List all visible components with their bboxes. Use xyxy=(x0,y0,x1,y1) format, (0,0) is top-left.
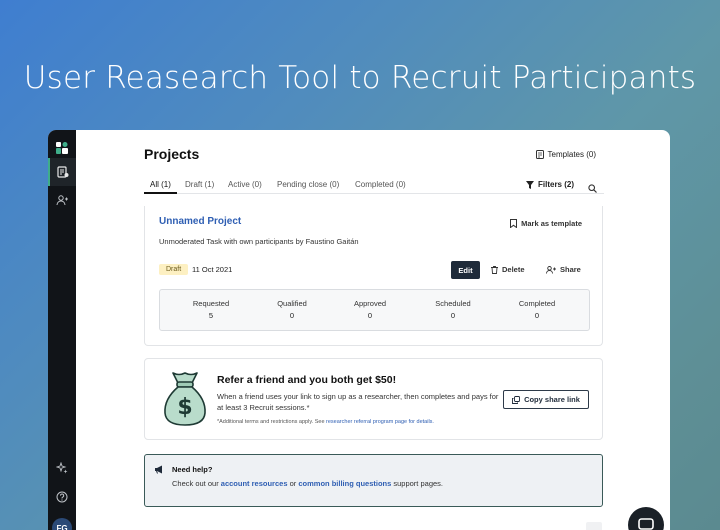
stat-qualified: Qualified 0 xyxy=(252,299,332,320)
stat-value: 0 xyxy=(367,311,373,320)
filters-button[interactable]: Filters (2) xyxy=(526,180,574,189)
page-title: Projects xyxy=(144,146,200,162)
main-content: Projects Templates (0) All (1) Draft (1)… xyxy=(76,130,670,530)
share-button[interactable]: Share xyxy=(546,265,581,274)
fine-print-text: *Additional terms and restrictions apply… xyxy=(217,419,325,425)
help-suffix: support pages. xyxy=(393,479,443,488)
sparkle-icon[interactable] xyxy=(48,454,76,482)
help-title: Need help? xyxy=(172,465,213,474)
tab-draft[interactable]: Draft (1) xyxy=(185,180,214,189)
templates-button[interactable]: Templates (0) xyxy=(535,150,596,159)
referral-program-link[interactable]: researcher referral program page for det… xyxy=(326,419,434,425)
referral-fine-print: *Additional terms and restrictions apply… xyxy=(217,419,434,425)
search-icon[interactable] xyxy=(588,180,597,198)
help-body: Check out our account resources or commo… xyxy=(172,479,443,488)
tab-completed[interactable]: Completed (0) xyxy=(355,180,406,189)
referral-body: When a friend uses your link to sign up … xyxy=(217,392,499,412)
project-date: 11 Oct 2021 xyxy=(192,265,233,274)
share-label: Share xyxy=(560,265,581,274)
help-banner: Need help? Check out our account resourc… xyxy=(144,454,603,507)
megaphone-icon xyxy=(155,465,162,474)
bag-dollar-sign: $ xyxy=(177,395,192,420)
money-bag-icon: $ xyxy=(164,372,206,426)
document-icon xyxy=(535,150,544,159)
stat-value: 0 xyxy=(534,311,540,320)
mark-as-template-label: Mark as template xyxy=(521,219,582,228)
app-window: FG Projects Templates (0) All (1) Draft … xyxy=(48,130,670,530)
tab-pending-close[interactable]: Pending close (0) xyxy=(277,180,339,189)
stat-value: 0 xyxy=(289,311,295,320)
chat-icon xyxy=(638,518,654,530)
copy-share-link-button[interactable]: Copy share link xyxy=(503,390,589,409)
referral-title: Refer a friend and you both get $50! xyxy=(217,374,397,386)
stat-label: Scheduled xyxy=(435,299,471,308)
stat-label: Qualified xyxy=(277,299,307,308)
mark-as-template-button[interactable]: Mark as template xyxy=(510,219,582,228)
participants-nav-icon[interactable] xyxy=(48,186,76,214)
hero-title: User Reasearch Tool to Recruit Participa… xyxy=(23,60,697,96)
stat-label: Approved xyxy=(353,299,387,308)
status-badge: Draft xyxy=(159,264,189,275)
tab-active-underline xyxy=(144,192,177,194)
stat-scheduled: Scheduled 0 xyxy=(413,299,493,320)
help-icon[interactable] xyxy=(48,483,76,511)
templates-label: Templates (0) xyxy=(547,150,596,159)
project-card: Unnamed Project Unmoderated Task with ow… xyxy=(144,206,603,346)
projects-nav-icon[interactable] xyxy=(48,158,76,186)
tab-active[interactable]: Active (0) xyxy=(228,180,262,189)
filter-icon xyxy=(526,180,534,189)
filters-label: Filters (2) xyxy=(538,180,575,189)
project-stats: Requested 5 Qualified 0 Approved 0 Schedule… xyxy=(159,289,590,331)
stat-approved: Approved 0 xyxy=(330,299,410,320)
stat-completed: Completed 0 xyxy=(497,299,577,320)
billing-questions-link[interactable]: common billing questions xyxy=(298,479,391,488)
bookmark-icon xyxy=(510,219,518,228)
copy-share-link-label: Copy share link xyxy=(524,395,580,404)
add-user-icon xyxy=(546,265,556,274)
stat-label: Requested xyxy=(192,299,230,308)
help-prefix: Check out our xyxy=(172,479,219,488)
tab-all[interactable]: All (1) xyxy=(150,180,171,189)
scroll-stub xyxy=(586,522,602,530)
copy-icon xyxy=(512,395,521,404)
project-subtitle: Unmoderated Task with own participants b… xyxy=(159,237,359,246)
referral-card: $ Refer a friend and you both get $50! W… xyxy=(144,358,603,440)
stat-requested: Requested 5 xyxy=(171,299,251,320)
avatar[interactable]: FG xyxy=(52,518,72,530)
edit-button[interactable]: Edit xyxy=(451,261,480,279)
sidebar: FG xyxy=(48,130,76,530)
project-title-link[interactable]: Unnamed Project xyxy=(159,216,241,227)
stat-value: 0 xyxy=(450,311,456,320)
delete-label: Delete xyxy=(502,265,525,274)
delete-button[interactable]: Delete xyxy=(491,265,525,274)
account-resources-link[interactable]: account resources xyxy=(221,479,288,488)
trash-icon xyxy=(491,265,498,274)
help-middle: or xyxy=(289,479,297,488)
stat-value: 5 xyxy=(208,311,214,320)
stat-label: Completed xyxy=(518,299,556,308)
